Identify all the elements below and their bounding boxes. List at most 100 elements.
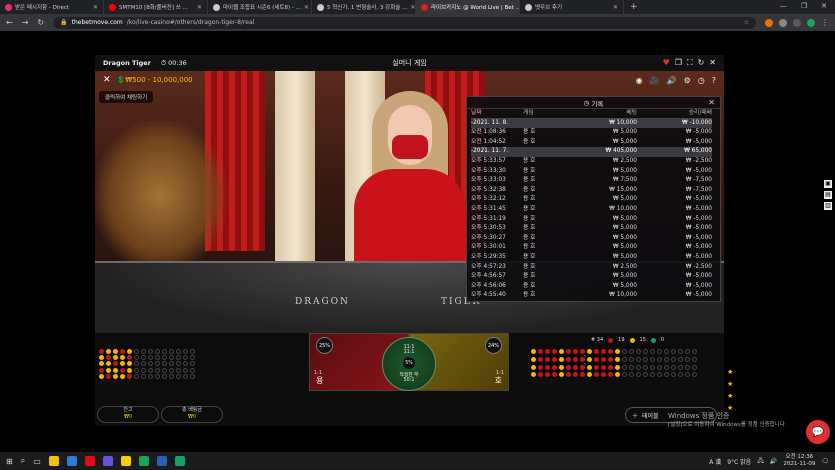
road-dot	[190, 367, 195, 373]
new-tab-button[interactable]: +	[624, 2, 644, 12]
refresh-icon[interactable]: ↻	[698, 58, 705, 68]
tie-bet-spot[interactable]: 11:1 11:1 5% 적정한 무 50:1	[382, 337, 436, 391]
history-cell-result: ₩ -5,000	[685, 253, 712, 260]
road-dot	[601, 364, 606, 370]
url-input[interactable]: 🔒 thebetmove.com/ko/live-casino#/others/…	[53, 16, 756, 29]
settings-icon[interactable]: ⚙	[684, 76, 691, 85]
history-cell-game: 용 호	[523, 234, 536, 241]
app-icon[interactable]	[174, 456, 185, 466]
file-explorer-icon[interactable]	[48, 456, 59, 466]
browser-tab[interactable]: 5 혁신가, 1 변형술사, 3 강화술 ... ✕	[312, 0, 416, 14]
star-icon[interactable]: ★	[727, 404, 733, 412]
history-cell-game	[523, 147, 569, 157]
tie-odds: 50:1	[403, 378, 415, 383]
history-cell-bet: ₩ 7,500	[612, 177, 637, 184]
close-icon[interactable]: ✕	[821, 2, 827, 10]
road-dot	[169, 373, 174, 379]
extension-icon[interactable]	[793, 18, 801, 27]
clock-time: 오전 12:36	[785, 454, 814, 460]
extension-icon[interactable]	[765, 18, 773, 27]
extensions: ⋮	[765, 18, 829, 27]
history-cell-game: 용 호	[523, 215, 536, 222]
network-icon[interactable]: 🖧	[757, 456, 764, 466]
close-icon[interactable]: ✕	[709, 58, 716, 68]
road-dot	[664, 356, 669, 362]
notification-icon[interactable]: 🗨	[821, 458, 829, 465]
browser-tab[interactable]: 마이웹 조합표 시즌6 (세트8) - ... ✕	[208, 0, 312, 14]
sidebar-icon[interactable]: ▤	[824, 191, 832, 199]
back-icon[interactable]: ←	[6, 18, 13, 27]
star-icon[interactable]: ★	[727, 392, 733, 400]
puzzle-icon[interactable]	[779, 18, 787, 27]
close-icon[interactable]: ✕	[103, 75, 111, 85]
sidebar-icon[interactable]: ▣	[824, 180, 832, 188]
edge-icon[interactable]	[66, 456, 77, 466]
app-icon[interactable]	[156, 456, 167, 466]
kakaotalk-icon[interactable]	[120, 456, 131, 466]
netflix-icon[interactable]	[84, 456, 95, 466]
browser-tab[interactable]: 벳무브 후기 ✕	[520, 0, 624, 14]
game-toolbar: ✕ 💲₩500 - 10,000,000 ◉ 🎥 🔊 ⚙ ◷ ?	[95, 73, 724, 87]
browser-tab[interactable]: SMTM10 [8화/풀버전] 쓰 ... ✕	[104, 0, 208, 14]
browser-tab[interactable]: 라이브카지노 @ World Live | Bet ...✕	[416, 0, 520, 14]
history-cell-result: ₩ -5,000	[685, 196, 712, 203]
history-cell-bet: ₩ 5,000	[612, 253, 637, 260]
chat-bubble-icon[interactable]: 💬	[806, 420, 830, 444]
road-dot	[622, 364, 627, 370]
close-icon[interactable]: ✕	[708, 98, 715, 107]
forward-icon[interactable]: →	[22, 18, 29, 27]
road-dot	[615, 372, 620, 378]
tab-close-icon[interactable]: ✕	[410, 4, 415, 11]
search-icon[interactable]: ⌕	[21, 456, 25, 466]
total-bet-value: ₩0	[187, 414, 197, 420]
chrome-icon[interactable]	[138, 456, 149, 466]
tab-close-icon[interactable]: ✕	[197, 4, 202, 11]
tab-close-icon[interactable]: ✕	[613, 4, 618, 11]
help-icon[interactable]: ?	[712, 76, 716, 85]
history-cell-game: 용 호	[523, 167, 536, 174]
sound-icon[interactable]: 🔊	[667, 76, 677, 85]
history-cell-result: ₩ 65,000	[637, 147, 712, 157]
road-dot	[141, 355, 146, 361]
chat-tip[interactable]: 클릭하여 채팅하기	[99, 91, 154, 103]
history-icon[interactable]: ◷	[698, 76, 705, 85]
maximize-icon[interactable]: ❐	[801, 2, 807, 10]
reload-icon[interactable]: ↻	[37, 18, 44, 27]
profile-avatar[interactable]	[807, 18, 815, 27]
road-dot	[692, 356, 697, 362]
volume-icon[interactable]: 🔊	[770, 458, 777, 465]
camera-icon[interactable]: 🎥	[650, 76, 660, 85]
windows-start-icon[interactable]: ⊞	[6, 457, 13, 466]
history-table: 날짜 게임 베팅 승리/패배 -2021. 11. 8. ₩ 10,000 ₩ -10,00…	[467, 109, 720, 301]
weather-widget[interactable]: 9°C 맑음	[727, 457, 751, 466]
road-dot	[190, 361, 195, 367]
copy-icon[interactable]: ❐	[675, 58, 682, 68]
road-dot	[176, 349, 181, 354]
star-icon[interactable]: ★	[727, 368, 733, 376]
history-cell-game: 용 호	[523, 129, 536, 136]
ime-indicator[interactable]: A 漢	[709, 457, 721, 466]
road-dot	[148, 361, 153, 367]
road-dot	[190, 349, 195, 354]
tab-close-icon[interactable]: ✕	[304, 4, 309, 11]
history-cell-date: 오후 4:56:57	[471, 273, 506, 280]
fullscreen-icon[interactable]: ⛶	[687, 58, 693, 68]
road-dot	[657, 364, 662, 370]
bookmark-star-icon[interactable]: ☆	[744, 19, 749, 26]
road-dot	[545, 356, 550, 362]
road-dot	[622, 372, 627, 378]
history-cell-result: ₩ -5,000	[685, 205, 712, 212]
clock[interactable]: 오전 12:36 2021-11-09	[783, 454, 815, 468]
task-view-icon[interactable]: ▭	[33, 457, 41, 466]
minimize-icon[interactable]: —	[780, 2, 787, 10]
menu-icon[interactable]: ⋮	[821, 18, 829, 27]
history-cell-game	[523, 118, 569, 129]
history-cell-game: 용 호	[523, 292, 536, 299]
sidebar-icon[interactable]: ▥	[824, 202, 832, 210]
star-icon[interactable]: ★	[727, 380, 733, 388]
app-icon[interactable]	[102, 456, 113, 466]
browser-tab[interactable]: 받은 메시지함 - Direct ✕	[0, 0, 104, 14]
heart-icon[interactable]: ♥	[663, 58, 670, 68]
chips-icon[interactable]: ◉	[636, 76, 643, 85]
tab-close-icon[interactable]: ✕	[93, 4, 98, 11]
